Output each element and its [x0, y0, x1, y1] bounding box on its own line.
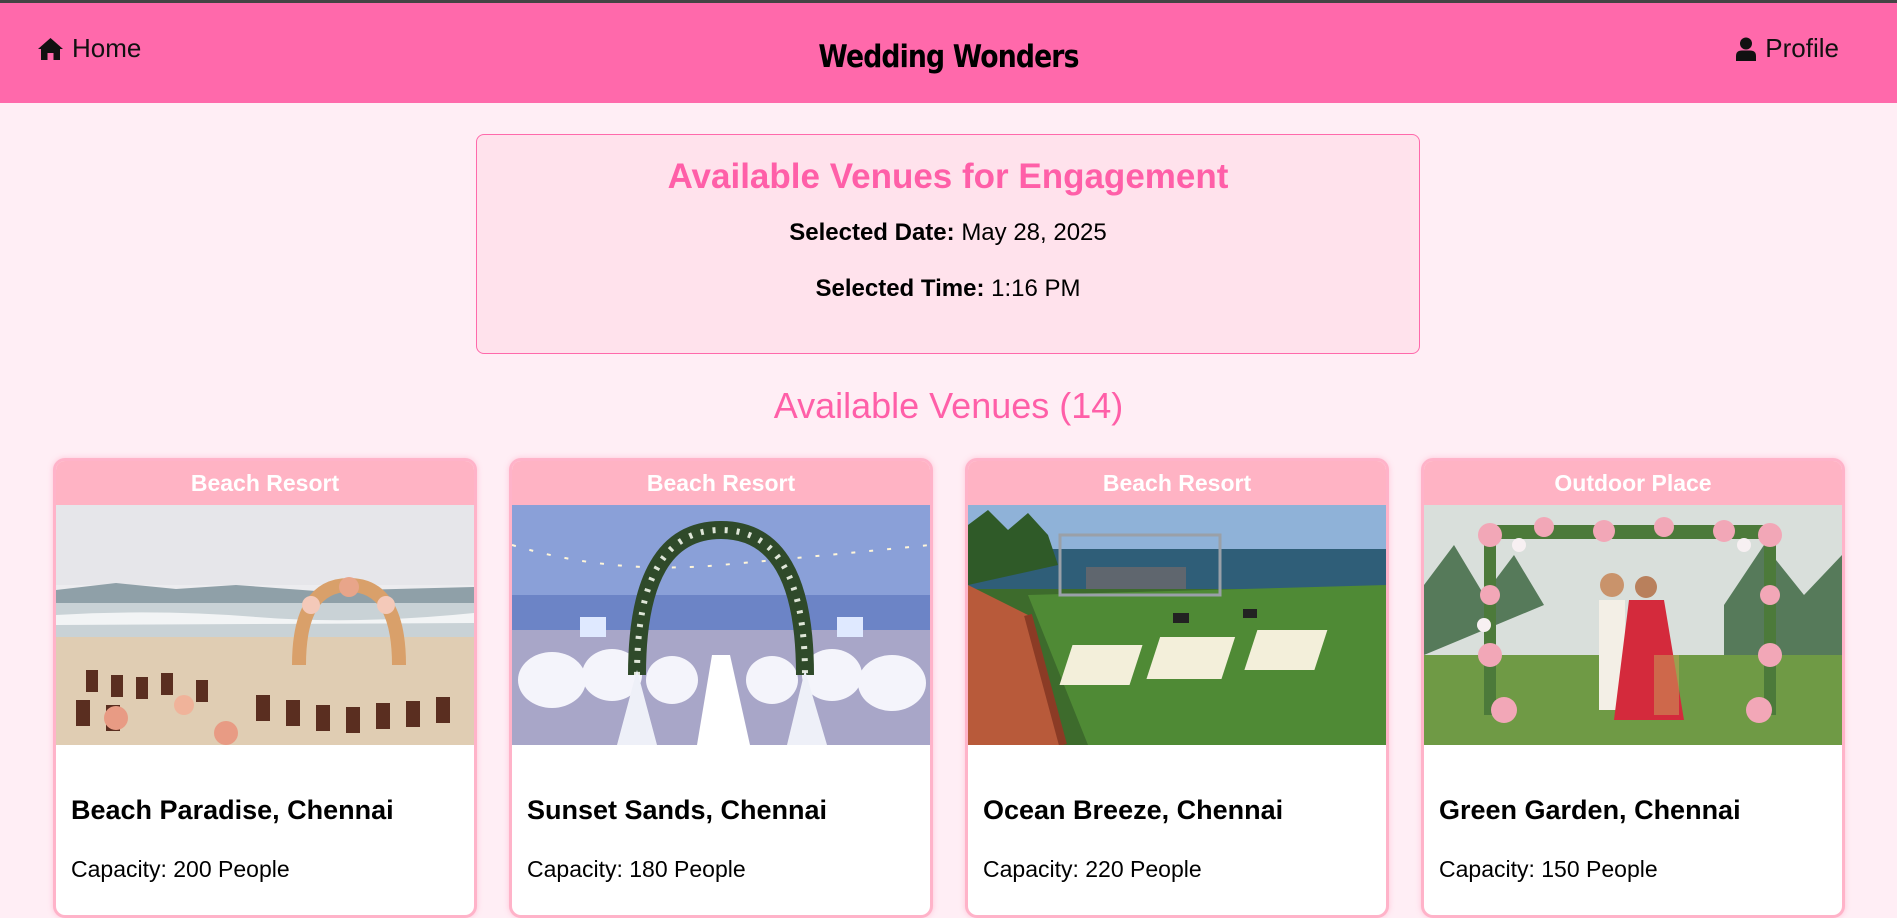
home-icon — [37, 37, 64, 61]
venue-name: Sunset Sands, Chennai — [527, 795, 828, 825]
home-link-label: Home — [72, 33, 142, 63]
venue-list: Beach Resort Beach Paradise, Chennai Cap… — [53, 458, 1846, 918]
selected-time: Selected Time: 1:16 PM — [477, 275, 1419, 303]
selected-time-value: 1:16 PM — [991, 275, 1081, 302]
venue-card[interactable]: Beach Resort Ocean Breeze, Chennai Capac… — [965, 458, 1389, 918]
venue-card[interactable]: Outdoor Place Green Garden, Chennai Capa… — [1421, 458, 1845, 918]
venue-capacity: Capacity: 200 People — [71, 856, 290, 882]
venue-category: Beach Resort — [512, 461, 930, 505]
venue-name: Green Garden, Chennai — [1439, 795, 1741, 825]
selection-summary: Available Venues for Engagement Selected… — [476, 134, 1420, 354]
venue-capacity: Capacity: 150 People — [1439, 856, 1658, 882]
selected-date: Selected Date: May 28, 2025 — [477, 219, 1419, 247]
venue-category: Outdoor Place — [1424, 461, 1842, 505]
selected-date-value: May 28, 2025 — [961, 219, 1107, 246]
venue-name: Beach Paradise, Chennai — [71, 795, 394, 825]
user-icon — [1735, 37, 1757, 61]
venue-capacity: Capacity: 220 People — [983, 856, 1202, 882]
navbar: Home Wedding Wonders Profile — [0, 3, 1897, 103]
brand-title: Wedding Wonders — [818, 39, 1079, 75]
venue-name: Ocean Breeze, Chennai — [983, 795, 1284, 825]
venue-category: Beach Resort — [968, 461, 1386, 505]
profile-link[interactable]: Profile — [1735, 33, 1839, 64]
profile-link-label: Profile — [1765, 33, 1839, 63]
venue-card[interactable]: Beach Resort Sunset Sands, Chennai Capac… — [509, 458, 933, 918]
venue-image — [1424, 505, 1842, 745]
venue-image — [968, 505, 1386, 745]
selected-time-label: Selected Time: — [815, 275, 985, 302]
venue-image — [512, 505, 930, 745]
venue-image — [56, 505, 474, 745]
venue-card[interactable]: Beach Resort Beach Paradise, Chennai Cap… — [53, 458, 477, 918]
selected-date-label: Selected Date: — [789, 219, 955, 246]
home-link[interactable]: Home — [37, 33, 141, 64]
selection-title: Available Venues for Engagement — [667, 157, 1229, 196]
venues-heading: Available Venues (14) — [773, 385, 1124, 426]
venue-capacity: Capacity: 180 People — [527, 856, 746, 882]
venue-category: Beach Resort — [56, 461, 474, 505]
